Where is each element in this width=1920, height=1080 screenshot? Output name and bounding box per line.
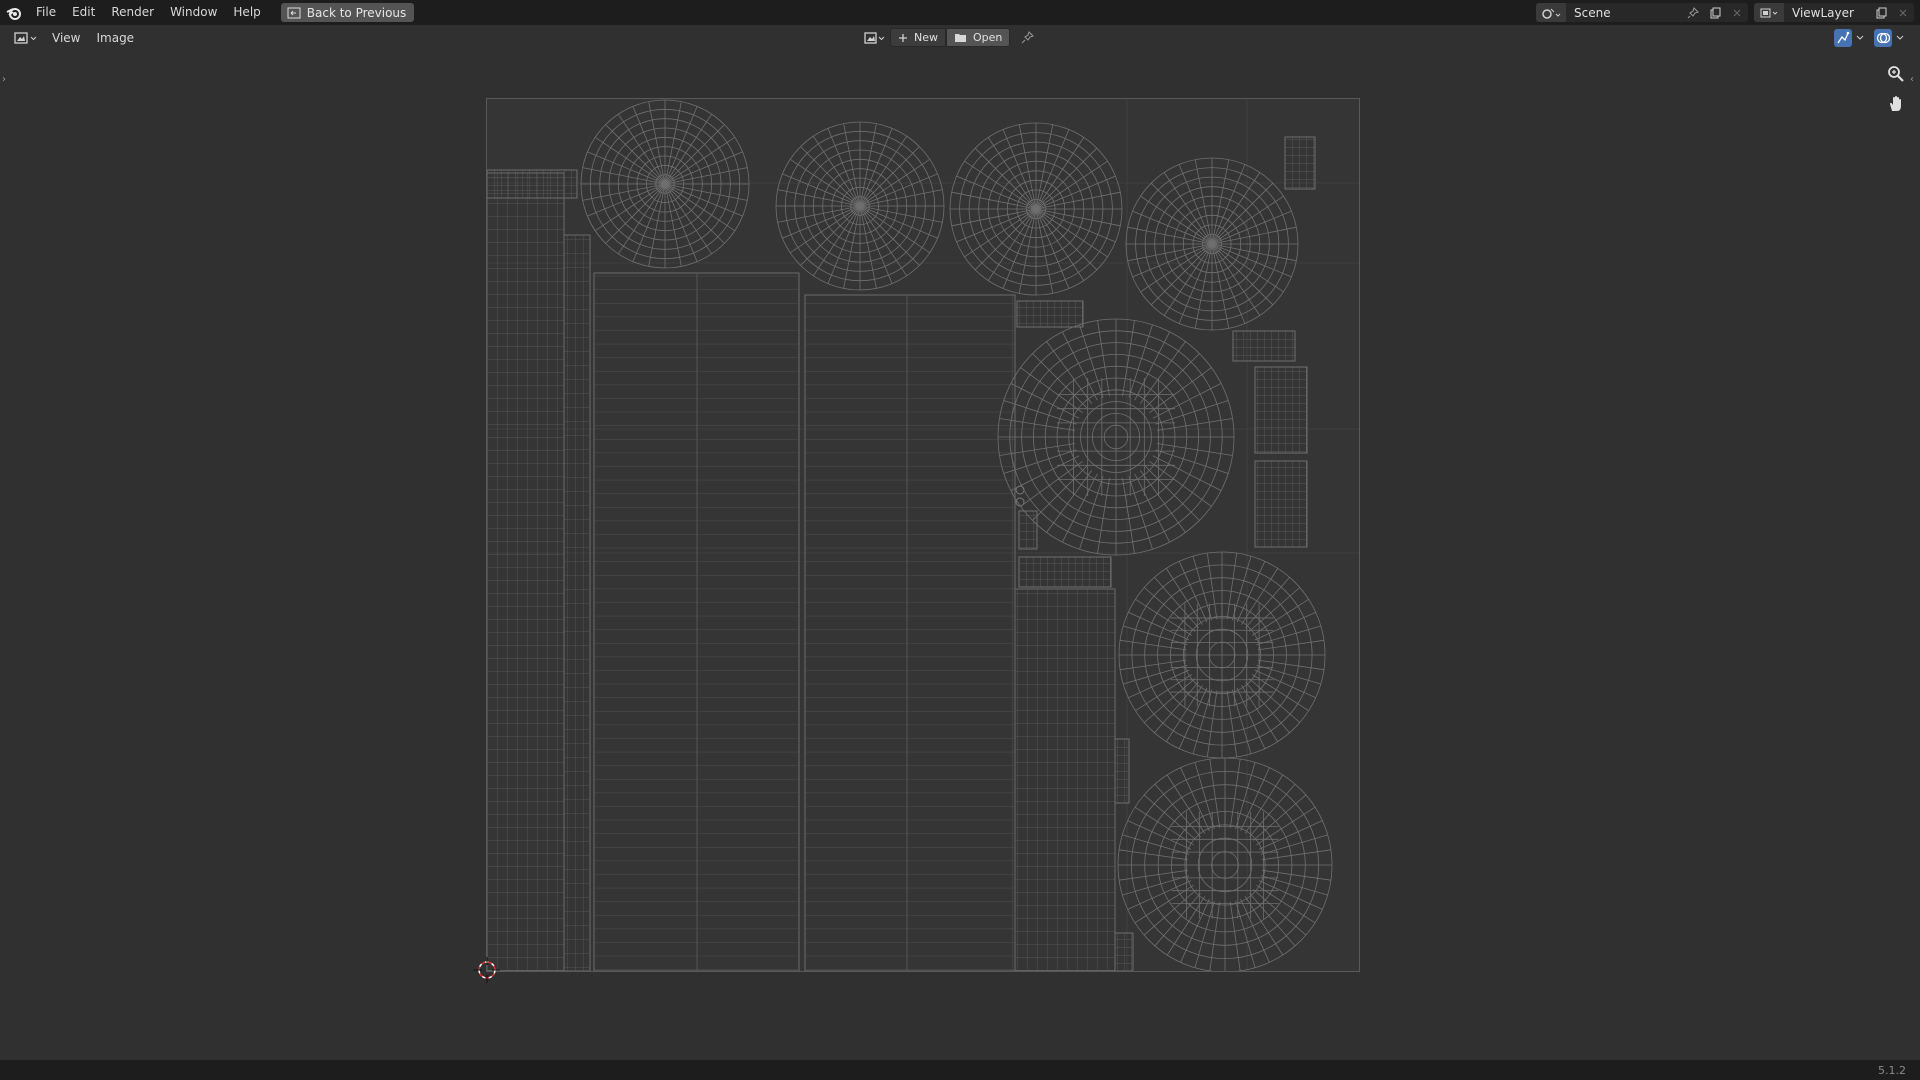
new-scene-icon[interactable] bbox=[1704, 3, 1726, 22]
menu-image[interactable]: Image bbox=[88, 31, 142, 45]
menu-render[interactable]: Render bbox=[103, 0, 162, 25]
plus-icon bbox=[899, 33, 907, 42]
uv-island-circle bbox=[997, 318, 1235, 556]
uv-island-circle bbox=[775, 121, 945, 291]
open-image-label: Open bbox=[973, 31, 1003, 44]
uv-snap-icon[interactable] bbox=[1834, 28, 1852, 47]
cursor-icon[interactable] bbox=[474, 957, 500, 983]
back-to-previous-button[interactable]: Back to Previous bbox=[280, 3, 415, 22]
editor-type-selector[interactable] bbox=[8, 28, 44, 48]
scene-selector[interactable]: Scene bbox=[1536, 3, 1748, 22]
menu-help[interactable]: Help bbox=[225, 0, 268, 25]
uv-island-circle bbox=[580, 99, 750, 269]
uv-canvas[interactable] bbox=[474, 98, 1360, 983]
view-layer-selector[interactable]: ViewLayer bbox=[1754, 3, 1914, 22]
image-editor-icon bbox=[14, 31, 37, 44]
scene-icon[interactable] bbox=[1536, 3, 1566, 22]
version-label: 5.1.2 bbox=[1878, 1063, 1906, 1077]
uv-island-circle bbox=[1117, 757, 1333, 971]
new-image-label: New bbox=[914, 31, 938, 44]
uv-island-circle bbox=[1125, 157, 1299, 331]
uv-island-circle bbox=[949, 122, 1123, 296]
image-icon bbox=[864, 31, 885, 44]
new-image-button[interactable]: New bbox=[890, 28, 946, 47]
uv-wireframe bbox=[487, 99, 1359, 971]
menu-file[interactable]: File bbox=[28, 0, 64, 25]
toolbar-toggle-arrow[interactable]: › bbox=[2, 74, 6, 85]
menu-edit[interactable]: Edit bbox=[64, 0, 103, 25]
hand-icon[interactable] bbox=[1884, 92, 1908, 116]
open-image-button[interactable]: Open bbox=[946, 28, 1011, 47]
view-layer-name-field[interactable]: ViewLayer bbox=[1784, 6, 1870, 20]
new-view-layer-icon[interactable] bbox=[1870, 3, 1892, 22]
image-editor-header: View Image New Open bbox=[0, 25, 1920, 50]
scene-name-field[interactable]: Scene bbox=[1566, 6, 1682, 20]
close-scene-icon[interactable] bbox=[1726, 3, 1748, 22]
uv-snap-dropdown-icon[interactable] bbox=[1852, 28, 1868, 47]
pin-image-icon[interactable] bbox=[1016, 28, 1038, 47]
pin-icon[interactable] bbox=[1682, 3, 1704, 22]
top-bar: File Edit Render Window Help Back to Pre… bbox=[0, 0, 1920, 25]
back-to-previous-label: Back to Previous bbox=[306, 5, 407, 20]
menu-window[interactable]: Window bbox=[162, 0, 225, 25]
folder-icon bbox=[955, 34, 966, 42]
image-browse-button[interactable] bbox=[862, 28, 890, 47]
status-bar: 5.1.2 bbox=[0, 1060, 1920, 1080]
overlay-dropdown-icon[interactable] bbox=[1892, 28, 1908, 47]
overlay-icon[interactable] bbox=[1874, 28, 1892, 47]
close-view-layer-icon[interactable] bbox=[1892, 3, 1914, 22]
view-layer-icon[interactable] bbox=[1754, 3, 1784, 22]
zoom-icon[interactable] bbox=[1884, 62, 1908, 86]
sidebar-toggle-arrow[interactable]: ‹ bbox=[1910, 74, 1914, 85]
menu-view[interactable]: View bbox=[44, 31, 88, 45]
back-icon bbox=[287, 7, 301, 18]
uv-island-circle bbox=[1118, 551, 1326, 759]
blender-logo-icon[interactable] bbox=[0, 0, 28, 25]
